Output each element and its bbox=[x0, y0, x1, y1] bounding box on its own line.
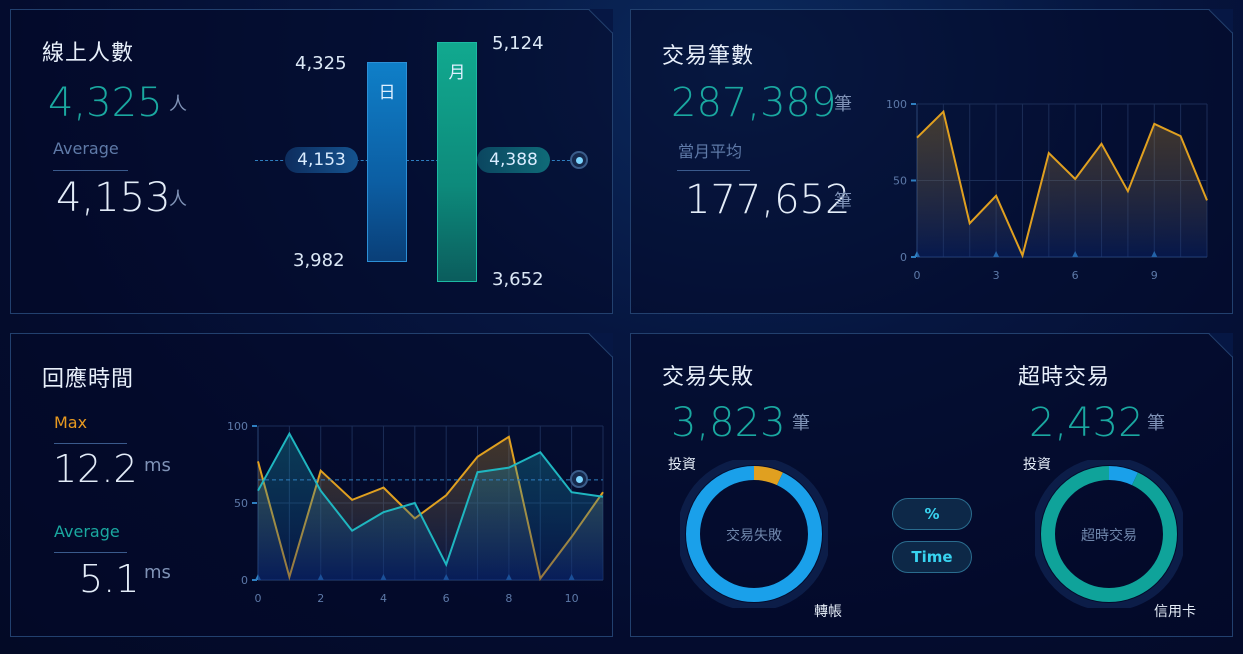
max-unit: ms bbox=[144, 455, 171, 476]
percent-toggle-button[interactable]: % bbox=[892, 498, 972, 530]
timeout-credit-label: 信用卡 bbox=[1154, 604, 1196, 620]
day-average-marker: 4,153 bbox=[285, 147, 358, 173]
x-tick-label: 4 bbox=[380, 592, 387, 605]
online-average-unit: 人 bbox=[169, 189, 187, 210]
average-unit: ms bbox=[144, 562, 171, 583]
trade-count-title: 交易筆數 bbox=[662, 44, 755, 69]
failed-title: 交易失敗 bbox=[662, 365, 755, 390]
y-tick-label: 100 bbox=[227, 420, 248, 433]
failed-transfer-label: 轉帳 bbox=[814, 604, 842, 620]
month-bar-label: 月 bbox=[448, 63, 466, 83]
y-tick-label: 100 bbox=[886, 98, 907, 111]
divider bbox=[53, 170, 128, 171]
x-tick-label: 6 bbox=[443, 592, 450, 605]
timeout-value: 2,432 bbox=[1029, 400, 1144, 446]
y-tick-label: 0 bbox=[241, 574, 248, 587]
trade-count-chart: 0 50 100 0 3 6 9 bbox=[886, 98, 1208, 282]
online-average-label: Average bbox=[53, 139, 119, 158]
divider bbox=[54, 443, 127, 444]
y-tick-label: 50 bbox=[893, 175, 907, 188]
panel-corner bbox=[589, 333, 613, 357]
average-value: 5.1 bbox=[79, 557, 140, 601]
x-tick-label: 10 bbox=[565, 592, 579, 605]
month-min-value: 3,652 bbox=[492, 269, 544, 290]
failed-invest-label: 投資 bbox=[668, 457, 696, 473]
response-time-title: 回應時間 bbox=[42, 367, 135, 392]
day-bar-label: 日 bbox=[378, 83, 396, 103]
online-users-value: 4,325 bbox=[48, 80, 163, 126]
online-average-value: 4,153 bbox=[56, 175, 171, 221]
x-tick-label: 2 bbox=[317, 592, 324, 605]
divider bbox=[54, 552, 127, 553]
failed-donut-center-label: 交易失敗 bbox=[726, 528, 782, 544]
day-min-value: 3,982 bbox=[293, 250, 345, 271]
panel-corner bbox=[589, 9, 613, 33]
timeout-invest-label: 投資 bbox=[1023, 457, 1051, 473]
month-average-marker: 4,388 bbox=[477, 147, 550, 173]
x-tick-label: 0 bbox=[255, 592, 262, 605]
online-users-title: 線上人數 bbox=[42, 41, 135, 66]
timeout-unit: 筆 bbox=[1147, 413, 1165, 434]
x-tick-label: 6 bbox=[1072, 269, 1079, 282]
max-label: Max bbox=[54, 413, 88, 432]
trade-count-unit: 筆 bbox=[834, 94, 852, 115]
failed-value: 3,823 bbox=[671, 400, 786, 446]
timeout-donut-center-label: 超時交易 bbox=[1081, 528, 1137, 544]
monthly-average-label: 當月平均 bbox=[678, 142, 743, 161]
time-toggle-button[interactable]: Time bbox=[892, 541, 972, 573]
x-tick-label: 9 bbox=[1151, 269, 1158, 282]
y-tick-label: 50 bbox=[234, 497, 248, 510]
line-handle[interactable] bbox=[570, 151, 588, 169]
average-label: Average bbox=[54, 522, 120, 541]
line-handle[interactable] bbox=[570, 470, 588, 488]
divider bbox=[677, 170, 750, 171]
month-max-value: 5,124 bbox=[492, 33, 544, 54]
panel-corner bbox=[1209, 9, 1233, 33]
day-max-value: 4,325 bbox=[295, 53, 347, 74]
monthly-average-unit: 筆 bbox=[834, 191, 852, 212]
monthly-average-value: 177,652 bbox=[685, 177, 851, 223]
panel-corner bbox=[1209, 333, 1233, 357]
y-tick-label: 0 bbox=[900, 251, 907, 264]
x-tick-label: 8 bbox=[505, 592, 512, 605]
trade-count-value: 287,389 bbox=[671, 80, 837, 126]
x-tick-label: 0 bbox=[914, 269, 921, 282]
timeout-title: 超時交易 bbox=[1018, 365, 1111, 390]
failed-unit: 筆 bbox=[792, 413, 810, 434]
response-time-chart: 0 50 100 0 2 4 6 8 10 bbox=[227, 420, 604, 605]
online-users-unit: 人 bbox=[169, 94, 187, 115]
x-tick-label: 3 bbox=[993, 269, 1000, 282]
max-value: 12.2 bbox=[53, 447, 138, 491]
